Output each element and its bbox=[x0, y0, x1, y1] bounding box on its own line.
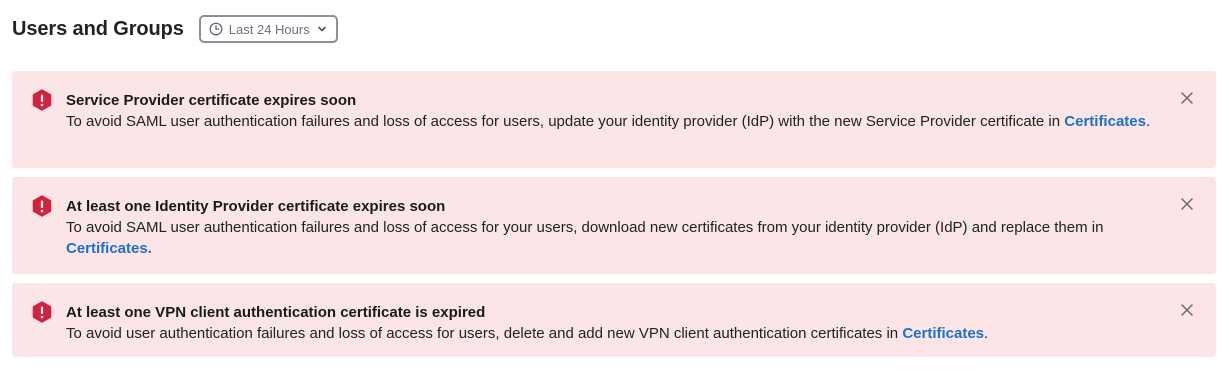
alert-message-end: . bbox=[984, 325, 989, 342]
alert-message-end: . bbox=[1145, 113, 1151, 130]
time-range-dropdown[interactable]: Last 24 Hours bbox=[198, 15, 338, 43]
error-shield-icon bbox=[32, 89, 52, 111]
alert-banner: At least one VPN client authentication c… bbox=[12, 283, 1216, 357]
alert-content: Service Provider certificate expires soo… bbox=[66, 90, 1160, 132]
alert-title: At least one VPN client authentication c… bbox=[66, 304, 486, 321]
alert-banner: Service Provider certificate expires soo… bbox=[12, 71, 1216, 168]
close-icon[interactable] bbox=[1180, 91, 1194, 105]
clock-icon bbox=[209, 22, 223, 36]
time-range-label: Last 24 Hours bbox=[228, 21, 310, 37]
alert-content: At least one VPN client authentication c… bbox=[66, 302, 1160, 344]
certificates-link[interactable]: Certificates bbox=[902, 325, 984, 342]
alert-message: To avoid user authentication failures an… bbox=[66, 325, 903, 342]
chevron-down-icon bbox=[317, 26, 326, 32]
error-shield-icon bbox=[32, 195, 52, 217]
page-title: Users and Groups bbox=[12, 17, 184, 40]
alert-title: Service Provider certificate expires soo… bbox=[66, 92, 357, 109]
certificates-link[interactable]: Certificates. bbox=[66, 240, 152, 257]
close-icon[interactable] bbox=[1180, 303, 1194, 317]
close-icon[interactable] bbox=[1180, 197, 1194, 211]
alert-content: At least one Identity Provider certifica… bbox=[66, 196, 1160, 259]
alert-title: At least one Identity Provider certifica… bbox=[66, 198, 446, 215]
error-shield-icon bbox=[32, 301, 52, 323]
alert-message: To avoid SAML user authentication failur… bbox=[66, 113, 1065, 130]
alert-message: To avoid SAML user authentication failur… bbox=[66, 219, 1104, 236]
page-header: Users and Groups Last 24 Hours bbox=[12, 12, 338, 46]
certificates-link[interactable]: Certificates bbox=[1064, 113, 1146, 130]
alert-banner: At least one Identity Provider certifica… bbox=[12, 177, 1216, 274]
